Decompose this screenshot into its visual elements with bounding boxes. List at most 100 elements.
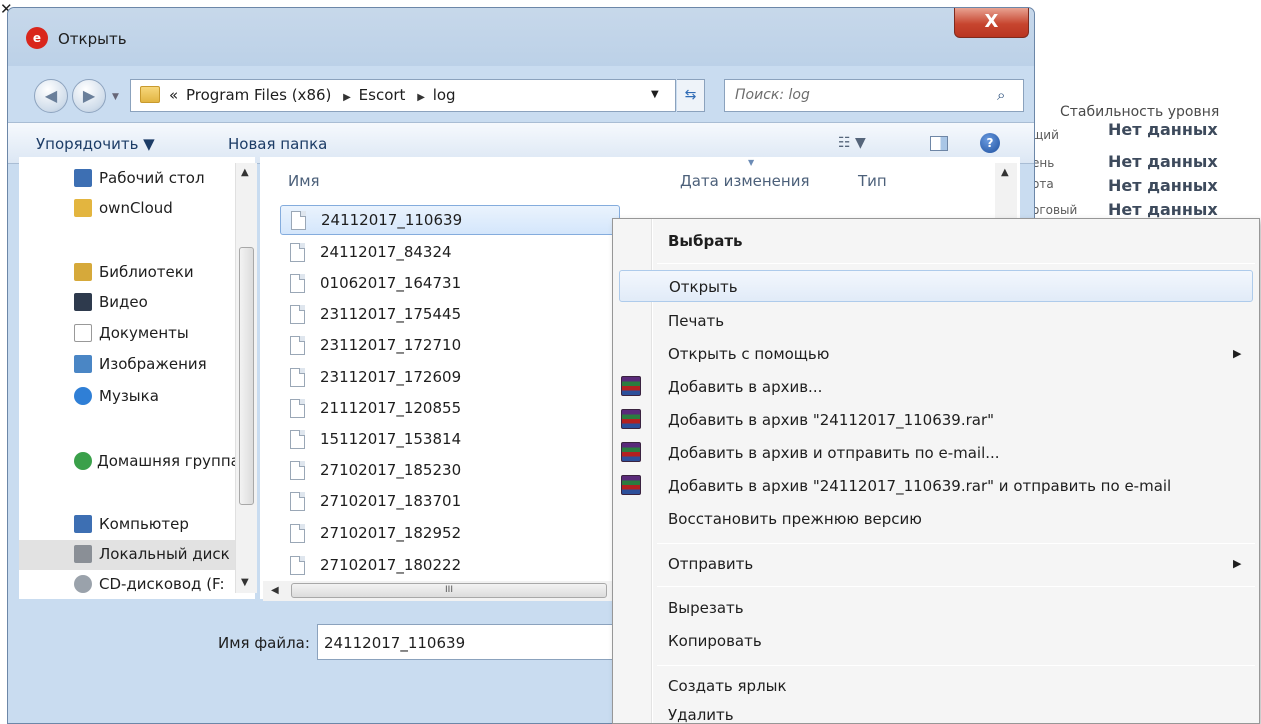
menu-item-cut[interactable]: Вырезать — [613, 592, 1259, 624]
menu-item-create-shortcut[interactable]: Создать ярлык — [613, 670, 1259, 702]
title-bar: e Открыть X — [8, 8, 1034, 66]
breadcrumb: « Program Files (x86) ▶ Escort ▶ log — [169, 86, 459, 104]
nav-item-label: Рабочий стол — [99, 169, 205, 187]
menu-separator — [657, 263, 1255, 264]
nav-item-libraries[interactable]: Библиотеки — [19, 258, 255, 288]
menu-item-archive-and-email[interactable]: Добавить в архив и отправить по e-mail..… — [613, 437, 1259, 469]
file-name: 23112017_175445 — [320, 305, 462, 323]
nav-item-label: Документы — [99, 324, 189, 342]
nav-item-owncloud[interactable]: ownCloud — [19, 194, 255, 224]
nav-item-music[interactable]: Музыка — [19, 382, 255, 412]
menu-item-label: Печать — [668, 312, 725, 330]
menu-item-label: Открыть с помощью — [668, 345, 830, 363]
search-icon[interactable]: ⌕ — [997, 86, 1005, 104]
scroll-down-icon[interactable]: ▼ — [241, 577, 249, 588]
menu-item-delete[interactable]: Удалить — [613, 699, 1259, 724]
menu-item-label: Добавить в архив... — [668, 378, 823, 396]
scroll-left-icon[interactable]: ◀ — [271, 585, 279, 596]
menu-item-named-archive-and-email[interactable]: Добавить в архив "24112017_110639.rar" и… — [613, 470, 1259, 502]
breadcrumb-separator-icon[interactable]: ▶ — [417, 92, 425, 103]
computer-icon — [74, 515, 92, 533]
change-view-icon[interactable]: ☷ ▼ — [838, 135, 866, 151]
nav-item-label: Библиотеки — [99, 263, 194, 281]
video-icon — [74, 293, 92, 311]
file-name: 15112017_153814 — [320, 430, 462, 448]
winrar-icon — [621, 475, 641, 495]
menu-item-label: Добавить в архив и отправить по e-mail..… — [668, 444, 1000, 462]
file-icon — [290, 492, 305, 511]
nav-item-pictures[interactable]: Изображения — [19, 350, 255, 380]
file-name: 23112017_172710 — [320, 336, 462, 354]
menu-item-open-with[interactable]: Открыть с помощью ▶ — [613, 338, 1259, 370]
nav-item-cd-drive[interactable]: CD-дисковод (F: — [19, 570, 255, 599]
nav-item-label: Изображения — [99, 355, 207, 373]
nav-item-label: CD-дисковод (F: — [99, 575, 225, 593]
menu-item-add-to-named-archive[interactable]: Добавить в архив "24112017_110639.rar" — [613, 404, 1259, 436]
submenu-arrow-icon: ▶ — [1233, 557, 1242, 570]
file-name: 21112017_120855 — [320, 399, 462, 417]
menu-item-send-to[interactable]: Отправить ▶ — [613, 548, 1259, 580]
address-dropdown-icon[interactable]: ▼ — [651, 89, 659, 100]
nav-pane-scrollbar[interactable]: ▲ ▼ — [235, 163, 257, 593]
help-icon[interactable]: ? — [980, 133, 1000, 153]
scroll-up-icon[interactable]: ▲ — [241, 167, 249, 178]
file-icon — [290, 430, 305, 449]
menu-item-label: Вырезать — [668, 599, 744, 617]
preview-pane-icon[interactable] — [930, 136, 948, 151]
menu-item-restore-previous-version[interactable]: Восстановить прежнюю версию — [613, 503, 1259, 535]
arrow-right-icon: ▶ — [82, 86, 96, 105]
address-row: ◀ ▶ ▼ « Program Files (x86) ▶ Escort ▶ l… — [8, 66, 1034, 122]
file-icon — [290, 243, 305, 262]
menu-item-select[interactable]: Выбрать — [613, 225, 1259, 257]
bg-row-value-1: Нет данных — [1108, 152, 1218, 171]
file-name: 23112017_172609 — [320, 368, 462, 386]
nav-item-homegroup[interactable]: Домашняя группа — [19, 447, 255, 477]
breadcrumb-log[interactable]: log — [433, 86, 456, 104]
search-input[interactable]: Поиск: log ⌕ — [724, 79, 1024, 112]
refresh-button[interactable]: ⇆ — [677, 79, 705, 112]
new-folder-button[interactable]: Новая папка — [228, 135, 327, 153]
context-menu: Выбрать Открыть Печать Открыть с помощью… — [612, 218, 1260, 724]
file-list-horizontal-scrollbar[interactable]: ◀ III — [263, 581, 613, 601]
column-header-name[interactable]: Имя — [288, 172, 320, 190]
scroll-up-icon[interactable]: ▲ — [1001, 167, 1009, 178]
horizontal-scroll-thumb[interactable]: III — [291, 583, 607, 598]
nav-item-local-disk[interactable]: Локальный диск — [19, 540, 255, 570]
history-dropdown-icon[interactable]: ▼ — [112, 92, 119, 102]
refresh-icon: ⇆ — [684, 87, 697, 103]
nav-pane-scroll-thumb[interactable] — [239, 247, 254, 505]
menu-item-add-to-archive[interactable]: Добавить в архив... — [613, 371, 1259, 403]
navigation-pane: Рабочий стол ownCloud Библиотеки Видео Д… — [19, 157, 255, 599]
bg-row-label-2: ота — [1032, 177, 1054, 191]
file-row-selected[interactable]: 24112017_110639 — [280, 205, 620, 235]
menu-item-copy[interactable]: Копировать — [613, 625, 1259, 657]
file-icon — [290, 556, 305, 575]
bg-row-value-2: Нет данных — [1108, 176, 1218, 195]
column-header-date[interactable]: Дата изменения — [680, 172, 810, 190]
file-icon — [290, 461, 305, 480]
file-list-scrollbar[interactable]: ▲ — [995, 163, 1017, 223]
nav-item-computer[interactable]: Компьютер — [19, 510, 255, 540]
address-bar[interactable]: « Program Files (x86) ▶ Escort ▶ log ▼ — [130, 79, 676, 112]
menu-item-label: Отправить — [668, 555, 754, 573]
breadcrumb-escort[interactable]: Escort — [359, 86, 406, 104]
menu-item-print[interactable]: Печать — [613, 305, 1259, 337]
back-button[interactable]: ◀ — [34, 79, 68, 113]
breadcrumb-separator-icon[interactable]: ▶ — [343, 92, 351, 103]
breadcrumb-program-files[interactable]: Program Files (x86) — [186, 86, 331, 104]
file-name: 24112017_84324 — [320, 243, 452, 261]
folder-icon — [140, 86, 160, 103]
menu-item-open[interactable]: Открыть — [619, 270, 1253, 302]
file-icon — [291, 211, 306, 230]
forward-button[interactable]: ▶ — [72, 79, 106, 113]
filename-input[interactable]: 24112017_110639 — [317, 624, 627, 660]
organize-button[interactable]: Упорядочить ▼ — [36, 135, 155, 153]
column-header-type[interactable]: Тип — [858, 172, 887, 190]
nav-item-documents[interactable]: Документы — [19, 319, 255, 349]
file-name: 27102017_180222 — [320, 556, 462, 574]
file-icon — [290, 305, 305, 324]
breadcrumb-overflow[interactable]: « — [169, 86, 178, 104]
nav-item-video[interactable]: Видео — [19, 288, 255, 318]
close-button[interactable]: X — [954, 8, 1029, 38]
nav-item-desktop[interactable]: Рабочий стол — [19, 164, 255, 194]
